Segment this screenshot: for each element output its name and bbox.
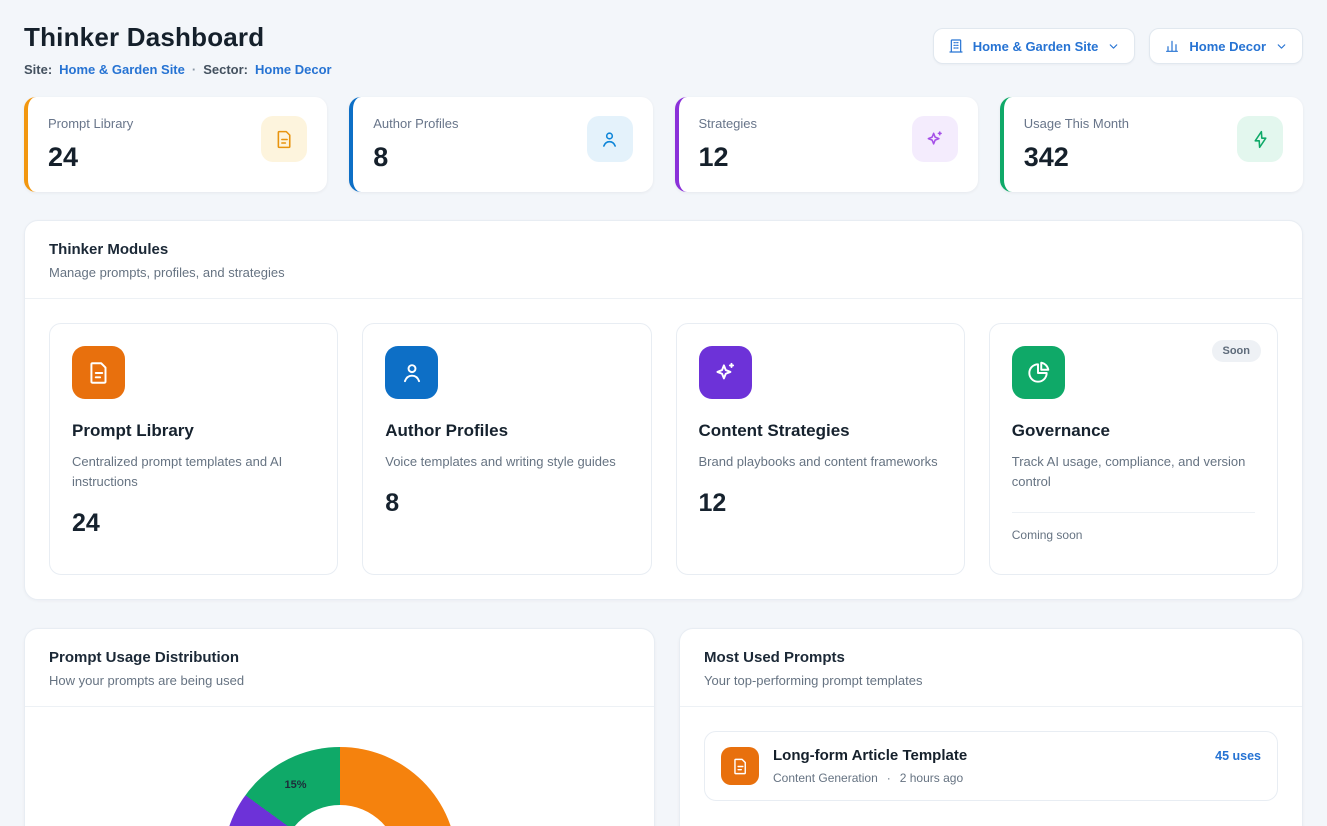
soon-badge: Soon	[1212, 340, 1262, 362]
person-icon	[385, 346, 438, 399]
thinker-modules-panel: Thinker Modules Manage prompts, profiles…	[24, 220, 1303, 600]
document-icon	[72, 346, 125, 399]
stat-text: Strategies 12	[699, 116, 758, 173]
page-title: Thinker Dashboard	[24, 22, 332, 53]
document-icon	[721, 747, 759, 785]
module-title: Governance	[1012, 421, 1255, 441]
stat-label: Prompt Library	[48, 116, 133, 131]
page-header: Thinker Dashboard Site: Home & Garden Si…	[24, 22, 1303, 77]
most-used-title: Most Used Prompts	[704, 649, 1278, 666]
pie-chart-icon	[1012, 346, 1065, 399]
most-used-header: Most Used Prompts Your top-performing pr…	[680, 629, 1302, 707]
document-icon	[261, 116, 307, 162]
stat-value: 12	[699, 142, 758, 173]
stat-value: 8	[373, 142, 458, 173]
site-link[interactable]: Home & Garden Site	[59, 62, 185, 77]
usage-distribution-card: Prompt Usage Distribution How your promp…	[24, 628, 655, 826]
module-description: Centralized prompt templates and AI inst…	[72, 452, 315, 492]
bottom-row: Prompt Usage Distribution How your promp…	[24, 628, 1303, 826]
stat-value: 24	[48, 142, 133, 173]
chevron-down-icon	[1107, 40, 1120, 53]
sector-selector-value: Home Decor	[1189, 39, 1266, 54]
module-description: Track AI usage, compliance, and version …	[1012, 452, 1255, 492]
module-value: 8	[385, 489, 628, 518]
sector-selector-dropdown[interactable]: Home Decor	[1149, 28, 1303, 64]
module-description: Voice templates and writing style guides	[385, 452, 628, 472]
prompt-time: 2 hours ago	[900, 771, 963, 785]
chart-area: 15%	[25, 707, 654, 826]
donut-slice-label: 15%	[285, 779, 307, 791]
stat-label: Usage This Month	[1024, 116, 1129, 131]
prompt-list-item[interactable]: Long-form Article Template Content Gener…	[704, 731, 1278, 801]
lightning-icon	[1237, 116, 1283, 162]
meta-dot: ·	[887, 771, 891, 785]
separator-dot: ·	[192, 62, 196, 77]
prompt-category: Content Generation	[773, 771, 878, 785]
usage-card-title: Prompt Usage Distribution	[49, 649, 630, 666]
sparkle-star-icon	[699, 346, 752, 399]
module-value: 24	[72, 509, 315, 538]
sector-link[interactable]: Home Decor	[255, 62, 332, 77]
module-value: 12	[699, 489, 942, 518]
module-card-content-strategies[interactable]: Content Strategies Brand playbooks and c…	[676, 323, 965, 575]
header-left: Thinker Dashboard Site: Home & Garden Si…	[24, 22, 332, 77]
module-description: Brand playbooks and content frameworks	[699, 452, 942, 472]
most-used-subtitle: Your top-performing prompt templates	[704, 673, 1278, 688]
prompt-meta: Content Generation · 2 hours ago	[773, 771, 1201, 785]
stat-text: Prompt Library 24	[48, 116, 133, 173]
stat-text: Author Profiles 8	[373, 116, 458, 173]
stat-label: Strategies	[699, 116, 758, 131]
breadcrumb: Site: Home & Garden Site · Sector: Home …	[24, 62, 332, 77]
most-used-prompts-card: Most Used Prompts Your top-performing pr…	[679, 628, 1303, 826]
bar-chart-icon	[1164, 38, 1180, 54]
stat-card-strategies: Strategies 12	[675, 97, 978, 192]
person-icon	[587, 116, 633, 162]
site-selector-dropdown[interactable]: Home & Garden Site	[933, 28, 1136, 64]
site-selector-value: Home & Garden Site	[973, 39, 1099, 54]
module-card-governance[interactable]: Soon Governance Track AI usage, complian…	[989, 323, 1278, 575]
module-title: Prompt Library	[72, 421, 315, 441]
module-title: Content Strategies	[699, 421, 942, 441]
usage-card-header: Prompt Usage Distribution How your promp…	[25, 629, 654, 707]
prompt-title: Long-form Article Template	[773, 747, 1201, 764]
stat-label: Author Profiles	[373, 116, 458, 131]
stat-value: 342	[1024, 142, 1129, 173]
chevron-down-icon	[1275, 40, 1288, 53]
sector-label: Sector:	[203, 62, 248, 77]
site-label: Site:	[24, 62, 52, 77]
modules-grid: Prompt Library Centralized prompt templa…	[25, 299, 1302, 599]
stat-card-usage: Usage This Month 342	[1000, 97, 1303, 192]
stats-row: Prompt Library 24 Author Profiles 8 Stra…	[24, 97, 1303, 192]
dashboard-page: Thinker Dashboard Site: Home & Garden Si…	[0, 0, 1327, 826]
module-card-prompt-library[interactable]: Prompt Library Centralized prompt templa…	[49, 323, 338, 575]
donut-chart: 15%	[223, 747, 457, 826]
modules-panel-header: Thinker Modules Manage prompts, profiles…	[25, 221, 1302, 299]
module-card-author-profiles[interactable]: Author Profiles Voice templates and writ…	[362, 323, 651, 575]
module-title: Author Profiles	[385, 421, 628, 441]
modules-subtitle: Manage prompts, profiles, and strategies	[49, 265, 1278, 280]
stat-text: Usage This Month 342	[1024, 116, 1129, 173]
building-icon	[948, 38, 964, 54]
sparkle-star-icon	[912, 116, 958, 162]
coming-soon-text: Coming soon	[1012, 512, 1255, 542]
modules-title: Thinker Modules	[49, 241, 1278, 258]
stat-card-prompt-library: Prompt Library 24	[24, 97, 327, 192]
stat-card-author-profiles: Author Profiles 8	[349, 97, 652, 192]
prompt-uses-badge: 45 uses	[1215, 747, 1261, 763]
prompt-info: Long-form Article Template Content Gener…	[773, 747, 1201, 785]
usage-card-subtitle: How your prompts are being used	[49, 673, 630, 688]
header-selectors: Home & Garden Site Home Decor	[933, 28, 1303, 64]
